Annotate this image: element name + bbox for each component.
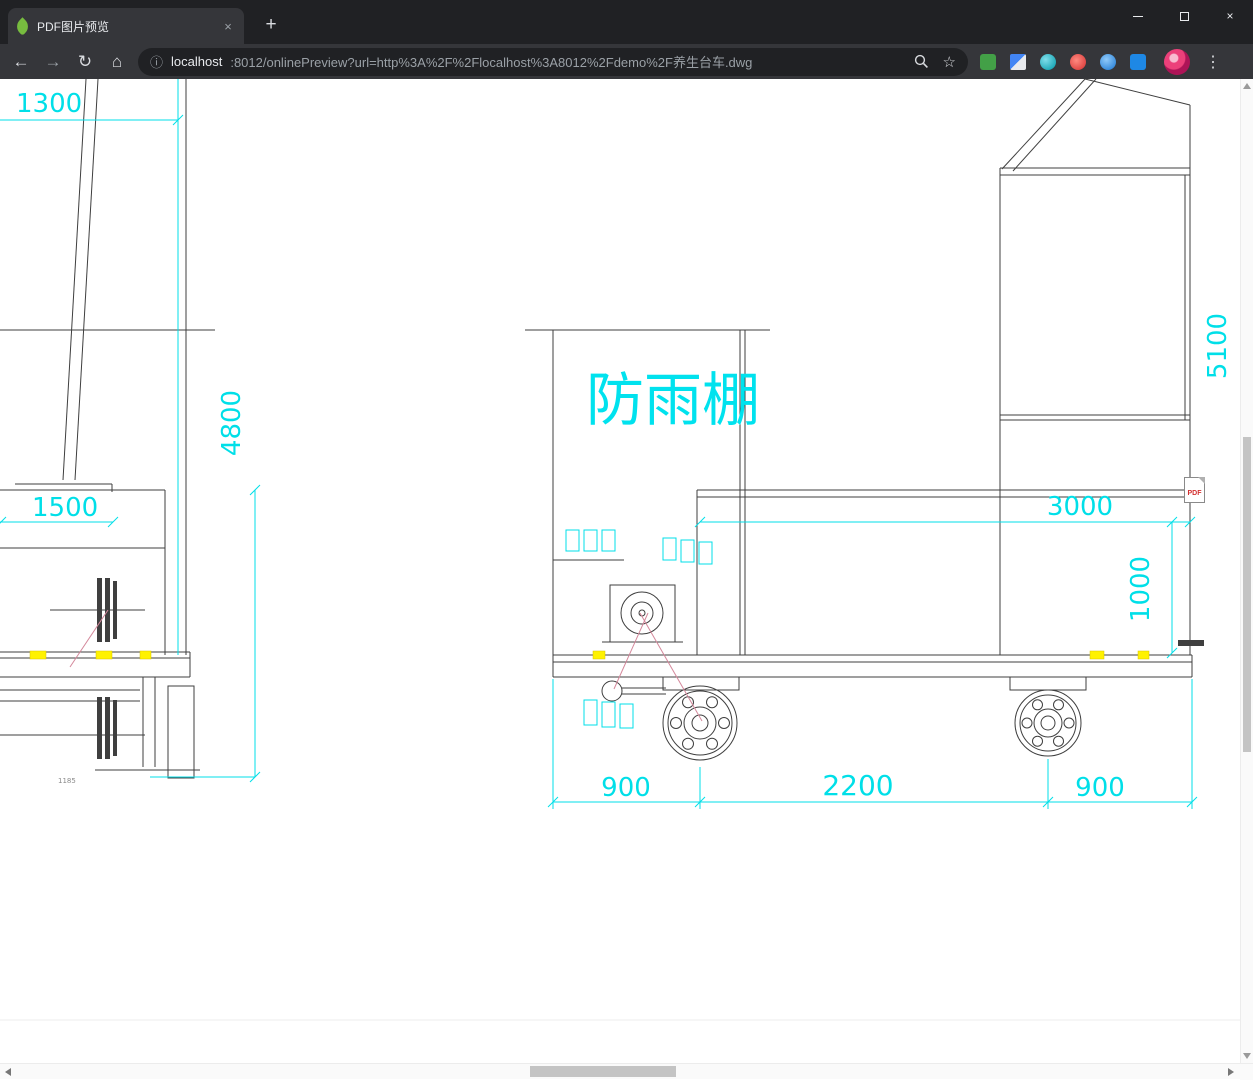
teal-glyph (1040, 54, 1056, 70)
maximize-button[interactable] (1161, 0, 1207, 32)
extension-green-icon[interactable] (974, 48, 1002, 76)
back-button[interactable]: ← (6, 47, 36, 77)
scroll-down-arrow[interactable] (1241, 1049, 1253, 1063)
horizontal-scrollbar-thumb[interactable] (530, 1066, 676, 1077)
minimize-button[interactable] (1115, 0, 1161, 32)
window-controls: × (1115, 0, 1253, 32)
horizontal-scrollbar[interactable] (0, 1063, 1253, 1079)
pdf-label: PDF (1185, 490, 1204, 497)
cloud-glyph (1100, 54, 1116, 70)
dim-900-right-label: 900 (1075, 773, 1125, 803)
scrollbar-corner (1240, 1064, 1253, 1080)
vertical-scrollbar[interactable] (1240, 79, 1253, 1063)
toolbar: ← → ↻ ⌂ ⓘ localhost :8012/onlinePreview?u… (0, 44, 1253, 79)
down-triangle-icon (1243, 1053, 1251, 1059)
minimize-icon (1133, 16, 1143, 17)
dim-4800-label: 4800 (217, 390, 247, 456)
teal-circle-extension-icon[interactable] (1034, 48, 1062, 76)
scroll-left-arrow[interactable] (0, 1064, 16, 1079)
pdf-download-icon[interactable]: PDF (1184, 477, 1205, 503)
tab-title: PDF图片预览 (37, 18, 212, 35)
dim-small-label: 1185 (58, 777, 76, 785)
dim-1300-label: 1300 (16, 89, 82, 119)
browser-window: PDF图片预览 × + × ← → ↻ ⌂ ⓘ localhost :8012/o… (0, 0, 1253, 79)
vertical-scrollbar-thumb[interactable] (1243, 437, 1251, 752)
dim-2200-label: 2200 (822, 769, 893, 802)
translate-glyph (1010, 54, 1026, 70)
browser-tab[interactable]: PDF图片预览 × (8, 8, 244, 44)
dim-1500-label: 1500 (32, 493, 98, 523)
canopy-label: 防雨棚 (586, 366, 760, 434)
dwg-preview-page: 1300 1500 4800 5100 3000 1000 900 2200 9… (0, 79, 1240, 1063)
close-button[interactable]: × (1207, 0, 1253, 32)
bookmark-star-icon[interactable]: ☆ (943, 53, 956, 71)
url-path: :8012/onlinePreview?url=http%3A%2F%2Floc… (230, 52, 905, 71)
spring-leaf-favicon (13, 17, 31, 35)
titlebar: PDF图片预览 × + × (0, 0, 1253, 44)
scroll-up-arrow[interactable] (1241, 79, 1253, 93)
cad-drawing: 1300 1500 4800 5100 3000 1000 900 2200 9… (0, 79, 1240, 1063)
up-triangle-icon (1243, 83, 1251, 89)
url-host: localhost (171, 54, 222, 69)
dim-5100-label: 5100 (1203, 313, 1233, 379)
reload-button[interactable]: ↻ (70, 47, 100, 77)
browser-menu-icon[interactable]: ⋮ (1200, 47, 1226, 77)
shield-glyph (1130, 54, 1146, 70)
scroll-right-arrow[interactable] (1223, 1064, 1239, 1079)
address-bar[interactable]: ⓘ localhost :8012/onlinePreview?url=http%… (138, 48, 968, 76)
dim-1000-label: 1000 (1126, 556, 1156, 622)
right-triangle-icon (1228, 1068, 1234, 1076)
translate-extension-icon[interactable] (1004, 48, 1032, 76)
left-triangle-icon (5, 1068, 11, 1076)
pdf-fold-corner (1198, 477, 1205, 484)
extension-green-glyph (980, 54, 996, 70)
tab-close-icon[interactable]: × (220, 19, 236, 34)
maximize-icon (1180, 12, 1189, 21)
red-glyph (1070, 54, 1086, 70)
profile-avatar[interactable] (1164, 49, 1190, 75)
dim-900-left-label: 900 (601, 773, 651, 803)
forward-button[interactable]: → (38, 47, 68, 77)
new-tab-button[interactable]: + (258, 12, 284, 38)
zoom-icon[interactable] (914, 54, 929, 69)
cad-solid-details (97, 578, 1204, 759)
dim-3000-label: 3000 (1047, 492, 1113, 522)
site-info-icon[interactable]: ⓘ (150, 52, 163, 71)
red-extension-icon[interactable] (1064, 48, 1092, 76)
home-button[interactable]: ⌂ (102, 47, 132, 77)
omnibox-actions: ☆ (914, 53, 956, 71)
cyan-dimension-lines (0, 79, 1197, 809)
cloud-extension-icon[interactable] (1094, 48, 1122, 76)
shield-extension-icon[interactable] (1124, 48, 1152, 76)
